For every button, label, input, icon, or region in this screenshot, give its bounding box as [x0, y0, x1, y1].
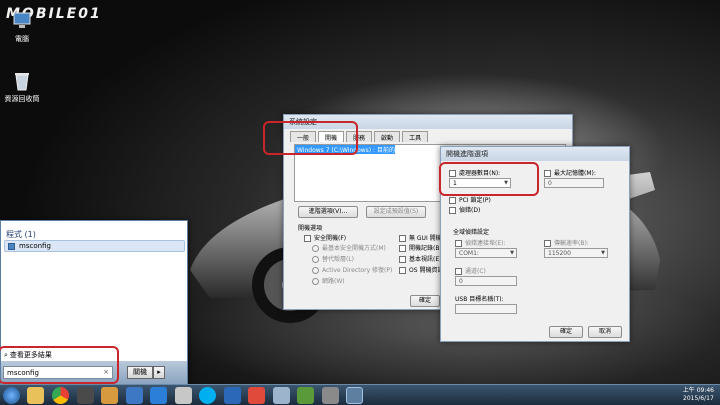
clock-time: 上午 09:46 [682, 387, 714, 394]
safe-boot-checkbox[interactable]: 安全開機(F) [304, 233, 346, 242]
shutdown-button[interactable]: 關機 [127, 366, 153, 379]
desktop-icon-label: 電腦 [15, 35, 29, 43]
taskbar: 上午 09:46 2015/6/17 [0, 384, 720, 405]
base-video-checkbox[interactable]: 基本視訊(E) [399, 254, 441, 263]
tab-tools[interactable]: 工具 [402, 131, 429, 142]
checkbox-box[interactable] [449, 207, 456, 214]
mobile01-icon[interactable] [248, 387, 265, 404]
channel-input[interactable]: 0 [455, 276, 517, 286]
radio-label: 替代殼層(L) [322, 256, 355, 263]
ok-button[interactable]: 確定 [549, 326, 583, 338]
highlight-search [0, 346, 119, 384]
checkbox-label: 通道(C) [465, 268, 486, 275]
radio-label: 網路(W) [322, 278, 345, 285]
usb-target-label: USB 目標名稱(T): [455, 296, 504, 303]
channel-checkbox[interactable]: 通道(C) [455, 266, 486, 275]
select-value: 115200 [548, 250, 571, 257]
baud-rate-select[interactable]: 115200 ▼ [544, 248, 608, 258]
pci-lock-checkbox[interactable]: PCI 鎖定(P) [449, 195, 491, 204]
debug-port-checkbox[interactable]: 偵錯連接埠(E): [455, 238, 506, 247]
dialog-title: 開機進階選項 [441, 147, 629, 161]
radio-dot[interactable] [312, 245, 319, 252]
baud-rate-checkbox[interactable]: 傳輸速率(B): [544, 238, 589, 247]
checkbox-label: 偵錯連接埠(E): [465, 240, 506, 247]
radio-dot[interactable] [312, 267, 319, 274]
checkbox-label: PCI 鎖定(P) [459, 197, 491, 204]
boot-log-checkbox[interactable]: 開機記錄(B) [399, 243, 442, 252]
set-default-button[interactable]: 設定成預設值(S) [366, 206, 426, 218]
checkbox-label: 安全開機(F) [314, 235, 347, 242]
minimal-radio[interactable]: 最基本安全開機方式(M) [312, 243, 386, 252]
system-clock[interactable]: 上午 09:46 2015/6/17 [683, 387, 714, 403]
max-memory-input[interactable]: 0 [544, 178, 604, 188]
checkbox-box[interactable] [449, 197, 456, 204]
radio-dot[interactable] [312, 278, 319, 285]
play-icon[interactable] [150, 387, 167, 404]
checkbox-box[interactable] [399, 267, 406, 274]
network-radio[interactable]: 網路(W) [312, 276, 345, 285]
tab-startup[interactable]: 啟動 [374, 131, 401, 142]
alternate-shell-radio[interactable]: 替代殼層(L) [312, 254, 354, 263]
checkbox-label: 開機記錄(B) [409, 245, 442, 252]
program-label: msconfig [19, 242, 51, 250]
recycle-bin-icon [11, 70, 33, 92]
checkbox-box[interactable] [399, 235, 406, 242]
highlight-processors [439, 162, 539, 196]
flag-icon[interactable] [126, 387, 143, 404]
checkbox-label: 傳輸速率(B): [554, 240, 589, 247]
programs-header: 程式 (1) [6, 230, 36, 239]
cat-icon[interactable] [101, 387, 118, 404]
max-memory-checkbox[interactable]: 最大記憶體(M): [544, 168, 596, 177]
msconfig-icon[interactable] [346, 387, 363, 404]
chevron-down-icon: ▼ [601, 250, 605, 256]
skype-icon[interactable] [199, 387, 216, 404]
clock-date: 2015/6/17 [683, 395, 714, 402]
start-orb-icon[interactable] [3, 387, 20, 404]
advanced-options-button[interactable]: 進階選項(V)... [298, 206, 358, 218]
program-item-msconfig[interactable]: msconfig [4, 240, 185, 252]
input-value: 0 [548, 180, 552, 187]
usb-target-input[interactable] [455, 304, 517, 314]
ad-repair-radio[interactable]: Active Directory 修復(P) [312, 265, 392, 274]
ok-button[interactable]: 確定 [410, 295, 440, 307]
select-value: COM1: [459, 250, 479, 257]
checkbox-box[interactable] [304, 235, 311, 242]
chevron-down-icon: ▼ [510, 250, 514, 256]
checkbox-label: 基本視訊(E) [409, 256, 442, 263]
checkbox-box[interactable] [544, 240, 551, 247]
radio-dot[interactable] [312, 256, 319, 263]
window-icon[interactable] [273, 387, 290, 404]
desktop-icon-label: 資源回收筒 [4, 95, 40, 103]
chevron-right-icon: ▸ [157, 368, 161, 376]
checkbox-box[interactable] [455, 240, 462, 247]
checkbox-box[interactable] [399, 256, 406, 263]
explorer-icon[interactable] [27, 387, 44, 404]
checkbox-box[interactable] [455, 268, 462, 275]
checkbox-box[interactable] [544, 170, 551, 177]
tag-icon[interactable] [175, 387, 192, 404]
checkbox-label: 偵錯(D) [459, 207, 481, 214]
radio-label: Active Directory 修復(P) [322, 267, 393, 274]
msconfig-icon [8, 243, 15, 250]
media-icon[interactable] [77, 387, 94, 404]
boot-options-label: 開機選項 [298, 225, 323, 232]
debug-port-select[interactable]: COM1: ▼ [455, 248, 517, 258]
checkbox-box[interactable] [399, 245, 406, 252]
debug-checkbox[interactable]: 偵錯(D) [449, 205, 480, 214]
checkbox-label: 最大記憶體(M): [554, 170, 596, 177]
computer-icon [11, 10, 33, 32]
desktop-icon-computer[interactable]: 電腦 [0, 10, 44, 44]
settings-icon[interactable] [322, 387, 339, 404]
shutdown-options-button[interactable]: ▸ [153, 366, 165, 379]
highlight-tabs [263, 121, 358, 155]
radio-label: 最基本安全開機方式(M) [322, 245, 386, 252]
cancel-button[interactable]: 取消 [588, 326, 622, 338]
m-icon[interactable] [224, 387, 241, 404]
input-value: 0 [459, 278, 463, 285]
global-debug-label: 全域偵錯設定 [453, 229, 490, 236]
desktop-icon-recycle-bin[interactable]: 資源回收筒 [0, 70, 44, 104]
chrome-icon[interactable] [52, 387, 69, 404]
chat-icon[interactable] [297, 387, 314, 404]
